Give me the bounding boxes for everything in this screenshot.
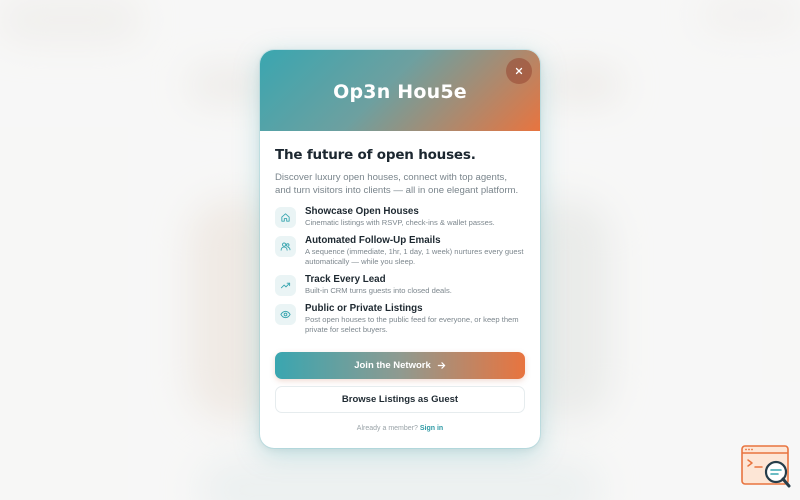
close-icon [515, 67, 523, 75]
signin-prompt-line: Already a member? Sign in [260, 425, 540, 432]
feature-item-track-lead: Track Every Lead Built-in CRM turns gues… [275, 274, 525, 296]
feature-title: Automated Follow-Up Emails [305, 235, 441, 246]
browse-as-guest-label: Browse Listings as Guest [341, 394, 459, 405]
feature-item-showcase: Showcase Open Houses Cinematic listings … [275, 206, 525, 228]
trending-up-icon [275, 275, 296, 296]
modal-headline: The future of open houses. [275, 147, 476, 163]
feature-title: Public or Private Listings [305, 303, 423, 314]
help-widget-button[interactable] [740, 444, 792, 490]
feature-item-follow-up: Automated Follow-Up Emails A sequence (i… [275, 235, 525, 267]
feature-desc: Cinematic listings with RSVP, check-ins … [305, 218, 495, 227]
join-network-label: Join the Network [354, 360, 431, 371]
browse-as-guest-button[interactable]: Browse Listings as Guest [275, 386, 525, 413]
close-button[interactable] [506, 58, 532, 84]
feature-item-listings: Public or Private Listings Post open hou… [275, 303, 525, 335]
feature-list: Showcase Open Houses Cinematic listings … [275, 206, 525, 335]
modal-title: Op3n Hou5e [333, 81, 467, 103]
feature-desc: Built-in CRM turns guests into closed de… [305, 286, 452, 295]
feature-desc: A sequence (immediate, 1hr, 1 day, 1 wee… [305, 247, 524, 266]
arrow-right-icon [437, 362, 446, 369]
feature-desc: Post open houses to the public feed for … [305, 315, 519, 334]
feature-title: Track Every Lead [305, 274, 386, 285]
users-icon [275, 236, 296, 257]
join-network-button[interactable]: Join the Network [275, 352, 525, 379]
feature-title: Showcase Open Houses [305, 206, 419, 217]
eye-icon [275, 304, 296, 325]
signin-prompt: Already a member? [356, 425, 418, 432]
modal-header: Op3n Hou5e [260, 50, 540, 131]
welcome-modal: Op3n Hou5e The future of open houses. Di… [260, 50, 540, 448]
signin-link[interactable]: Sign in [420, 425, 443, 432]
search-help-icon [741, 445, 791, 488]
modal-intro: Discover luxury open houses, connect wit… [275, 172, 519, 196]
home-icon [275, 207, 296, 228]
modal-body: The future of open houses. Discover luxu… [260, 131, 540, 335]
